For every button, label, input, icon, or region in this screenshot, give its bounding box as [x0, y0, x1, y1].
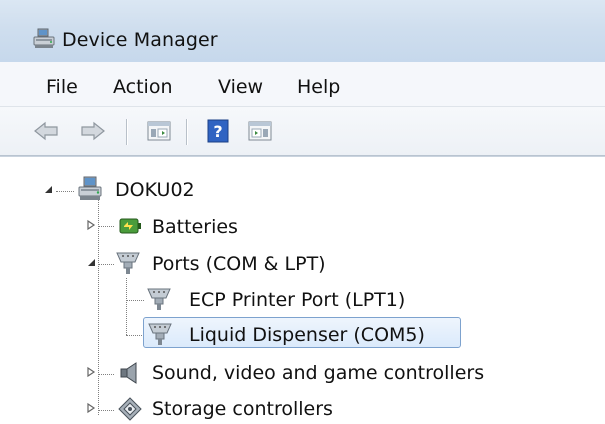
storage-icon — [118, 397, 142, 421]
window-title: Device Manager — [62, 29, 218, 51]
battery-icon — [119, 218, 141, 234]
collapse-arrow-icon[interactable] — [85, 256, 97, 268]
tree-connector — [98, 264, 114, 265]
speaker-icon — [120, 362, 137, 384]
tree-connector — [56, 191, 74, 192]
tree-item-ecp-printer-port[interactable]: ECP Printer Port (LPT1) — [189, 289, 405, 311]
back-arrow-icon[interactable] — [33, 119, 59, 143]
tree-item-sound-controllers[interactable]: Sound, video and game controllers — [152, 362, 484, 384]
tree-item-batteries[interactable]: Batteries — [152, 216, 238, 238]
port-icon — [148, 323, 172, 345]
expand-arrow-icon[interactable] — [85, 366, 97, 378]
tree-item-ports[interactable]: Ports (COM & LPT) — [152, 253, 326, 275]
toolbar-separator — [126, 119, 127, 145]
menu-action[interactable]: Action — [113, 76, 173, 98]
menu-file[interactable]: File — [46, 76, 78, 98]
tree-connector — [126, 300, 144, 301]
tree-connector — [98, 199, 99, 415]
device-manager-window: Device Manager File Action View Help ? D… — [0, 0, 605, 424]
forward-arrow-icon[interactable] — [80, 119, 106, 143]
tree-root-label[interactable]: DOKU02 — [115, 179, 195, 201]
tree-connector — [98, 374, 114, 375]
tree-connector — [98, 226, 114, 227]
expand-arrow-icon[interactable] — [85, 402, 97, 414]
computer-icon — [78, 176, 102, 200]
tree-connector — [126, 278, 127, 335]
menu-view[interactable]: View — [218, 76, 263, 98]
tree-item-storage-controllers[interactable]: Storage controllers — [152, 398, 333, 420]
toolbar: ? — [0, 107, 605, 156]
menu-bar: File Action View Help — [0, 62, 605, 107]
help-icon[interactable]: ? — [205, 119, 231, 143]
tree-connector — [126, 335, 144, 336]
menu-help[interactable]: Help — [297, 76, 340, 98]
device-manager-icon — [33, 28, 55, 48]
tree-connector — [98, 410, 114, 411]
port-icon — [116, 252, 140, 274]
svg-text:?: ? — [213, 122, 222, 141]
title-bar: Device Manager — [0, 0, 605, 62]
tree-item-liquid-dispenser[interactable]: Liquid Dispenser (COM5) — [189, 324, 425, 346]
console-tree-icon[interactable] — [247, 119, 273, 143]
properties-icon[interactable] — [146, 119, 172, 143]
port-icon — [147, 288, 171, 310]
toolbar-separator — [186, 119, 187, 145]
expand-arrow-icon[interactable] — [85, 219, 97, 231]
collapse-arrow-icon[interactable] — [42, 183, 54, 195]
